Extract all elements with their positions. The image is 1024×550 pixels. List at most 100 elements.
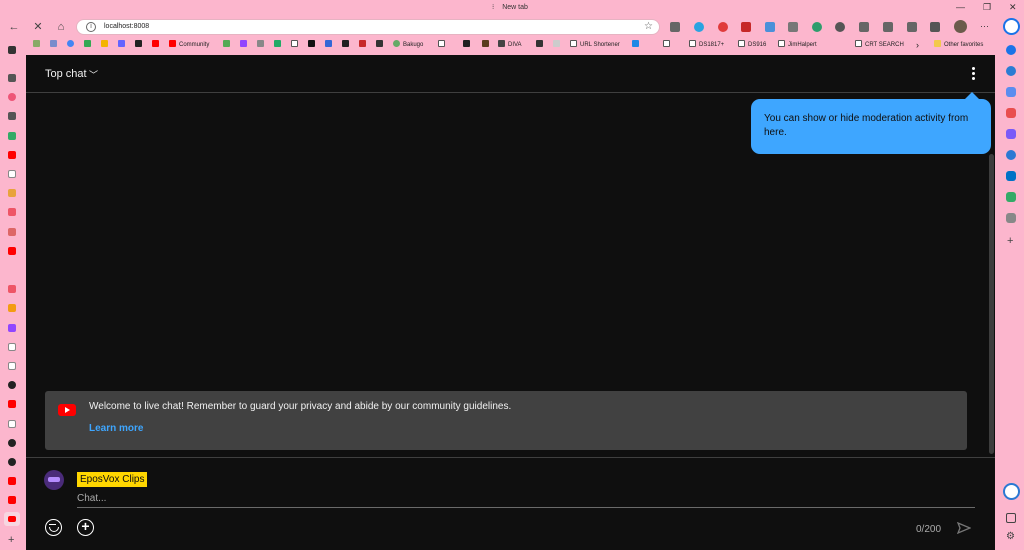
bookmark-crt-search[interactable]: CRT SEARCH <box>855 40 904 51</box>
bookmark-ds916[interactable]: DS916 <box>738 40 766 51</box>
bookmark-jimhalpert[interactable]: JimHalpert <box>778 40 817 51</box>
tab-favicon[interactable] <box>8 228 16 236</box>
refresh-icon[interactable] <box>835 22 845 32</box>
profile-avatar[interactable] <box>954 20 967 33</box>
bookmark-icon[interactable] <box>223 40 233 51</box>
bookmark-icon[interactable] <box>376 40 386 51</box>
extension-icon[interactable] <box>718 22 728 32</box>
favorite-star-icon[interactable]: ☆ <box>644 21 653 32</box>
tab-favicon[interactable] <box>8 458 16 466</box>
bookmark-icon[interactable] <box>274 40 284 51</box>
bookmark-youtube[interactable] <box>152 40 162 51</box>
extension-icon[interactable] <box>812 22 822 32</box>
emoji-icon[interactable] <box>45 519 62 536</box>
m365-icon[interactable] <box>1006 150 1016 160</box>
tab-favicon[interactable] <box>8 324 16 332</box>
youtube-icon[interactable] <box>8 247 16 255</box>
youtube-icon[interactable] <box>8 496 16 504</box>
bookmark-icon[interactable] <box>118 40 128 51</box>
extension-icon[interactable] <box>741 22 751 32</box>
bookmark-icon[interactable] <box>632 40 642 51</box>
tab-favicon[interactable] <box>8 189 16 197</box>
bookmark-icon[interactable] <box>257 40 267 51</box>
teamviewer-icon[interactable] <box>1003 483 1020 500</box>
bookmark-icon[interactable] <box>135 40 145 51</box>
bookmark-icon[interactable] <box>50 40 60 51</box>
info-icon[interactable]: i <box>86 22 96 32</box>
learn-more-link[interactable]: Learn more <box>89 423 143 434</box>
youtube-icon[interactable] <box>8 151 16 159</box>
games-icon[interactable] <box>1006 108 1016 118</box>
youtube-icon[interactable] <box>8 477 16 485</box>
bookmark-icon[interactable] <box>438 40 448 51</box>
tab-favicon[interactable] <box>8 74 16 82</box>
tab-favicon[interactable] <box>8 362 16 370</box>
restore-icon[interactable]: ❐ <box>983 2 991 13</box>
scrollbar-thumb[interactable] <box>989 154 994 454</box>
tab-favicon[interactable] <box>8 420 16 428</box>
tab-favicon[interactable] <box>8 439 16 447</box>
tab-favicon[interactable] <box>8 93 16 101</box>
back-icon[interactable]: ← <box>7 20 21 34</box>
tab-actions-icon[interactable] <box>8 46 16 54</box>
bookmark-ds1817[interactable]: DS1817+ <box>689 40 724 51</box>
home-icon[interactable]: ⌂ <box>54 20 68 34</box>
send-icon[interactable] <box>957 522 971 534</box>
bookmark-icon[interactable] <box>536 40 546 51</box>
search-icon[interactable] <box>1006 66 1016 76</box>
tab-favicon[interactable] <box>8 285 16 293</box>
chevron-down-icon[interactable]: ﹀ <box>89 68 98 81</box>
bookmark-icon[interactable] <box>359 40 369 51</box>
tab-favicon[interactable] <box>8 381 16 389</box>
browser-essentials-icon[interactable] <box>930 22 940 32</box>
stop-icon[interactable]: ✕ <box>31 20 45 34</box>
chat-mode-dropdown[interactable]: Top chat <box>45 68 87 80</box>
chevron-right-icon[interactable]: › <box>916 40 919 51</box>
address-bar[interactable]: i localhost:8008 ☆ <box>76 19 660 35</box>
bookmark-url-shortener[interactable]: URL Shortener <box>570 40 620 51</box>
split-screen-icon[interactable] <box>859 22 869 32</box>
chat-input[interactable]: Chat... <box>77 492 975 508</box>
bookmark-icon[interactable] <box>308 40 318 51</box>
close-window-icon[interactable]: ✕ <box>1009 2 1017 13</box>
hide-sidebar-icon[interactable] <box>1006 513 1016 523</box>
tab-favicon[interactable] <box>8 132 16 140</box>
bookmark-icon[interactable] <box>33 40 43 51</box>
collections-icon[interactable] <box>907 22 917 32</box>
outlook-icon[interactable] <box>1006 171 1016 181</box>
bookmark-icon[interactable] <box>240 40 250 51</box>
notification-icon[interactable] <box>1006 45 1016 55</box>
tab-favicon[interactable] <box>8 170 16 178</box>
settings-gear-icon[interactable]: ⚙ <box>1006 531 1015 542</box>
favorites-icon[interactable] <box>883 22 893 32</box>
add-icon[interactable]: + <box>77 519 94 536</box>
tab-favicon[interactable] <box>8 343 16 351</box>
bookmark-community[interactable]: Community <box>169 40 209 51</box>
more-options-icon[interactable] <box>968 66 978 82</box>
new-tab-icon[interactable]: + <box>8 534 14 546</box>
extension-icon[interactable] <box>788 22 798 32</box>
bookmark-icon[interactable] <box>84 40 94 51</box>
tab-favicon[interactable] <box>8 208 16 216</box>
bing-copilot-icon[interactable] <box>1003 18 1020 35</box>
more-icon[interactable]: ··· <box>980 22 990 32</box>
extension-icon[interactable] <box>765 22 775 32</box>
tab-favicon[interactable] <box>8 112 16 120</box>
office-icon[interactable] <box>1006 129 1016 139</box>
qr-icon[interactable] <box>670 22 680 32</box>
bookmark-icon[interactable] <box>342 40 352 51</box>
bookmark-icon[interactable] <box>291 40 301 51</box>
tab[interactable]: ⁝ New tab <box>492 3 528 11</box>
bookmark-bakugo[interactable]: Bakugo <box>393 40 423 51</box>
add-sidebar-app-icon[interactable]: + <box>1007 235 1013 247</box>
extension-icon[interactable] <box>694 22 704 32</box>
bookmark-icon[interactable] <box>67 40 77 51</box>
bookmark-icon[interactable] <box>101 40 111 51</box>
shopping-icon[interactable] <box>1006 213 1016 223</box>
bookmark-icon[interactable] <box>463 40 473 51</box>
bookmark-icon[interactable] <box>553 40 563 51</box>
tools-icon[interactable] <box>1006 87 1016 97</box>
minimize-icon[interactable]: — <box>956 2 965 12</box>
youtube-icon[interactable] <box>8 400 16 408</box>
bookmark-icon[interactable] <box>482 40 492 51</box>
